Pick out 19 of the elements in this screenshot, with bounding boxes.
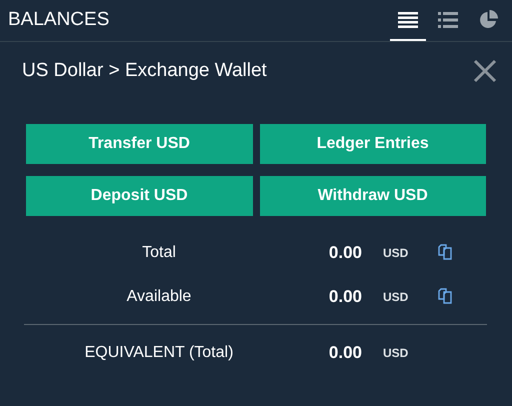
action-button[interactable]: Ledger Entries [260,124,486,164]
row-label: EQUIVALENT (Total) [84,343,234,363]
action-button[interactable]: Withdraw USD [260,176,486,216]
action-button[interactable]: Transfer USD [26,124,252,164]
table-view-icon [398,12,418,28]
balance-value: 0.00 [328,242,362,264]
currency-code: USD [383,290,408,304]
currency-code: USD [383,246,408,260]
row-label: Total [141,243,177,263]
breadcrumb: US Dollar > Exchange Wallet [22,58,268,83]
panel-title: BALANCES [8,8,110,32]
currency-code: USD [383,346,408,360]
list-view-icon [438,12,458,28]
balance-value: 0.00 [328,286,362,308]
pie-chart-icon [478,10,498,29]
row-label: Available [126,287,192,307]
balance-value: 0.00 [328,342,362,364]
action-button[interactable]: Deposit USD [26,176,252,216]
close-button[interactable] [472,58,498,84]
